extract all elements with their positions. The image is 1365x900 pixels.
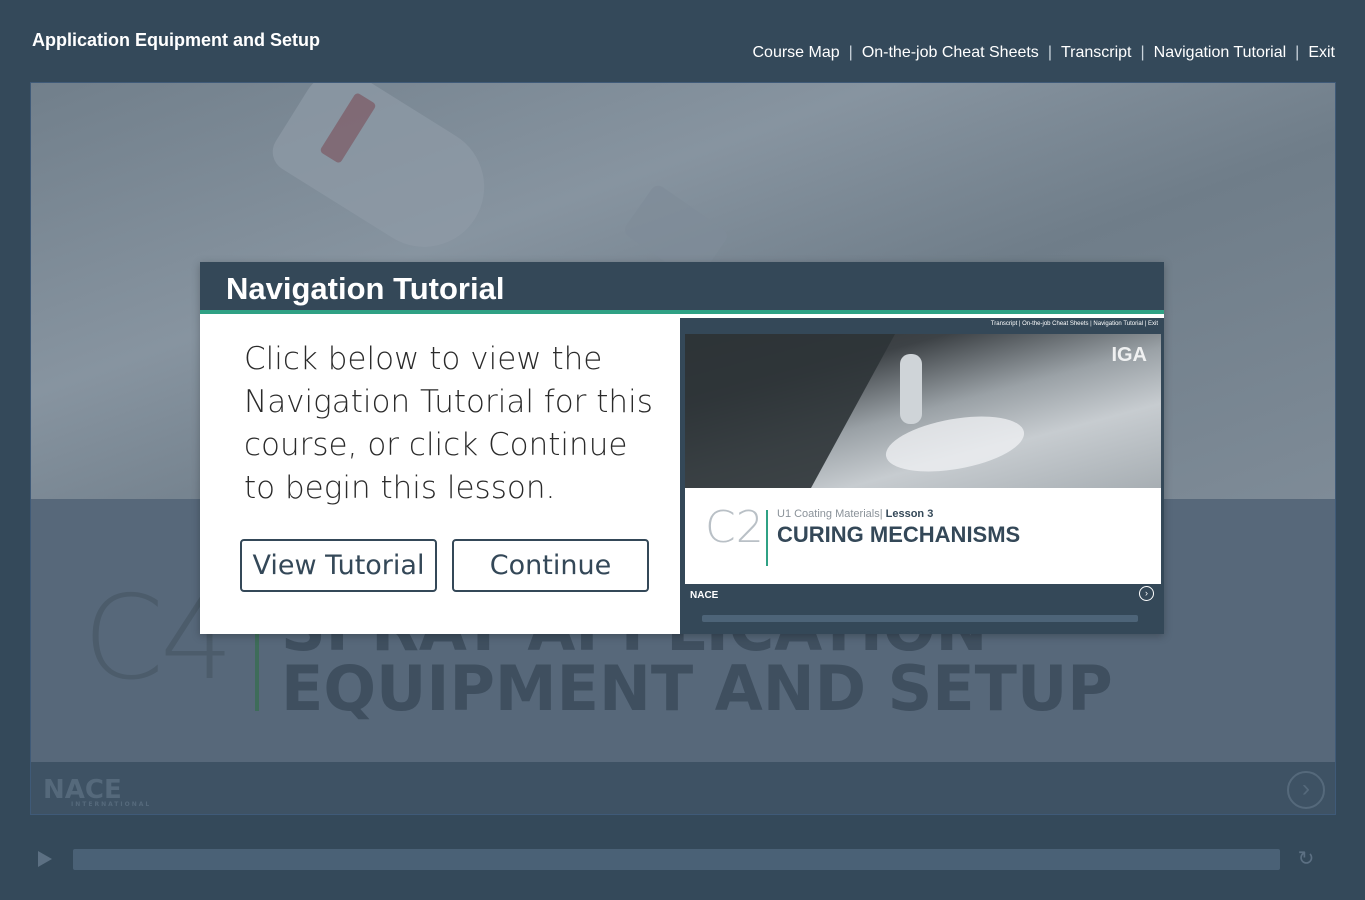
tutorial-preview-image: Transcript | On-the-job Cheat Sheets | N… <box>680 318 1164 634</box>
preview-watermark: IGA <box>1111 344 1147 366</box>
preview-next-icon: › <box>1139 586 1154 601</box>
nav-navigation-tutorial[interactable]: Navigation Tutorial <box>1154 44 1287 62</box>
slide-footer <box>31 762 1335 814</box>
dialog-header: Navigation Tutorial <box>200 262 1164 314</box>
next-slide-icon[interactable]: › <box>1287 771 1325 809</box>
dialog-title: Navigation Tutorial <box>226 271 505 306</box>
top-nav: Course Map | On-the-job Cheat Sheets | T… <box>753 44 1336 62</box>
preview-nav: Transcript | On-the-job Cheat Sheets | N… <box>990 321 1158 327</box>
view-tutorial-button[interactable]: View Tutorial <box>240 539 437 592</box>
preview-divider <box>766 510 768 566</box>
nav-cheat-sheets[interactable]: On-the-job Cheat Sheets <box>862 44 1039 62</box>
nav-separator: | <box>1295 44 1300 61</box>
preview-subtitle: U1 Coating Materials| Lesson 3 <box>777 508 933 520</box>
preview-title: CURING MECHANISMS <box>777 522 1021 547</box>
preview-worker <box>900 354 922 424</box>
nav-transcript[interactable]: Transcript <box>1061 44 1132 62</box>
nav-separator: | <box>1047 44 1052 61</box>
nav-separator: | <box>1140 44 1145 61</box>
nav-course-map[interactable]: Course Map <box>753 44 840 62</box>
preview-subtitle-lesson: Lesson 3 <box>885 508 934 520</box>
preview-roof <box>685 334 895 488</box>
preview-title-card: C2 U1 Coating Materials| Lesson 3 CURING… <box>685 488 1161 584</box>
dialog-message: Click below to view the Navigation Tutor… <box>244 341 653 506</box>
preview-subtitle-prefix: U1 Coating Materials| <box>777 508 883 520</box>
seek-bar[interactable] <box>73 849 1280 870</box>
nace-logo-sub: INTERNATIONAL <box>71 801 152 808</box>
continue-button[interactable]: Continue <box>452 539 649 592</box>
preview-code: C2 <box>705 502 764 553</box>
nav-exit[interactable]: Exit <box>1308 44 1335 62</box>
nav-separator: | <box>848 44 853 61</box>
course-title: Application Equipment and Setup <box>32 30 320 50</box>
play-icon[interactable] <box>38 851 52 867</box>
nace-logo: NACE INTERNATIONAL <box>43 775 151 808</box>
slide-title-line2: EQUIPMENT AND SETUP <box>281 652 1113 725</box>
replay-icon[interactable]: ↻ <box>1295 848 1317 870</box>
navigation-tutorial-dialog: Navigation Tutorial Click below to view … <box>200 262 1164 634</box>
preview-progress-bar <box>702 615 1138 622</box>
preview-photo: IGA <box>685 334 1161 488</box>
preview-logo: NACE <box>690 590 719 601</box>
